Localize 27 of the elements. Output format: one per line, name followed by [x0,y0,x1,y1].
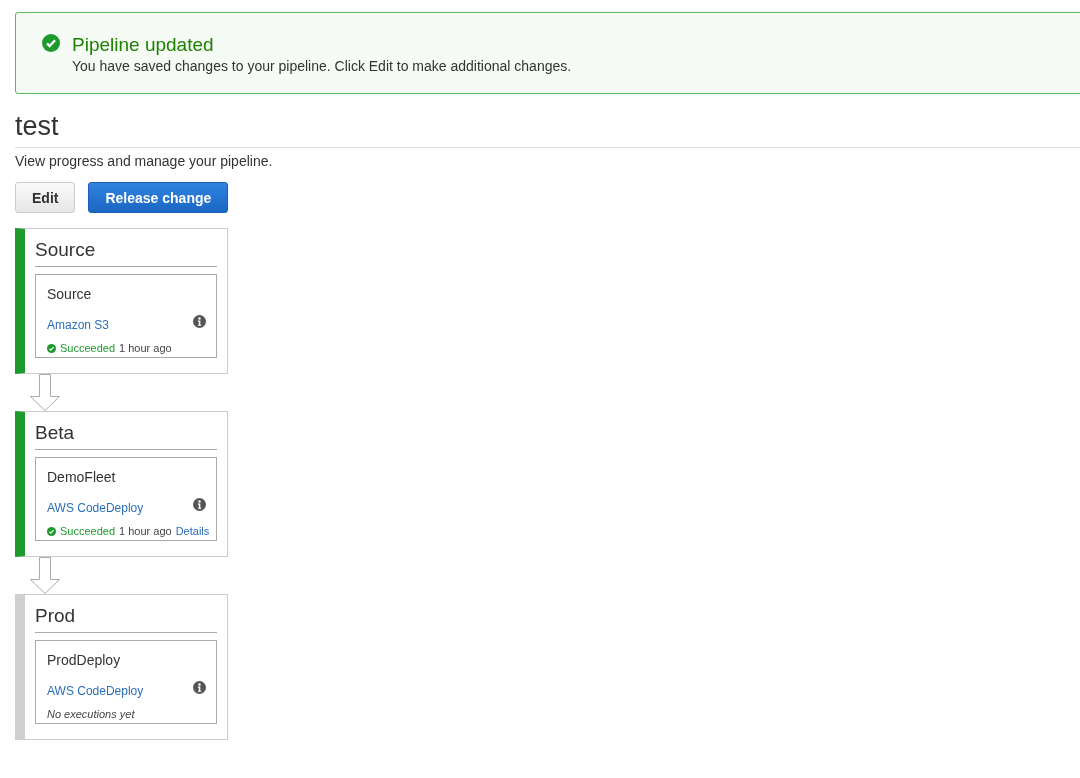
action-name: Source [47,286,93,304]
status-label: Succeeded [60,342,116,355]
banner-title: Pipeline updated [72,34,215,56]
stage-name: Beta [35,422,217,450]
check-circle-icon [47,343,56,353]
check-circle-icon [47,526,56,536]
status-label: No executions yet [47,708,135,721]
edit-button[interactable]: Edit [15,182,76,213]
provider-link[interactable]: AWS CodeDeploy [47,501,193,515]
provider-link[interactable]: AWS CodeDeploy [47,684,193,698]
action-name: DemoFleet [47,469,117,487]
info-icon[interactable] [193,315,206,329]
status-time: 1 hour ago [119,342,172,355]
info-icon[interactable] [193,498,206,512]
provider-link[interactable]: Amazon S3 [47,318,193,332]
banner-message: You have saved changes to your pipeline. Click Edit to make additional changes. [72,58,572,74]
pipeline-title: test [15,110,60,142]
status-time: 1 hour ago [119,525,172,538]
pipeline-description: View progress and manage your pipeline. [15,153,274,169]
stage-name: Source [35,239,217,267]
check-circle-icon [42,34,60,52]
details-link[interactable]: Details [175,525,210,538]
action-name: ProdDeploy [47,652,122,670]
stage-name: Prod [35,605,217,633]
status-label: Succeeded [60,525,116,538]
release-button[interactable]: Release change [88,182,229,213]
info-icon[interactable] [193,681,206,695]
